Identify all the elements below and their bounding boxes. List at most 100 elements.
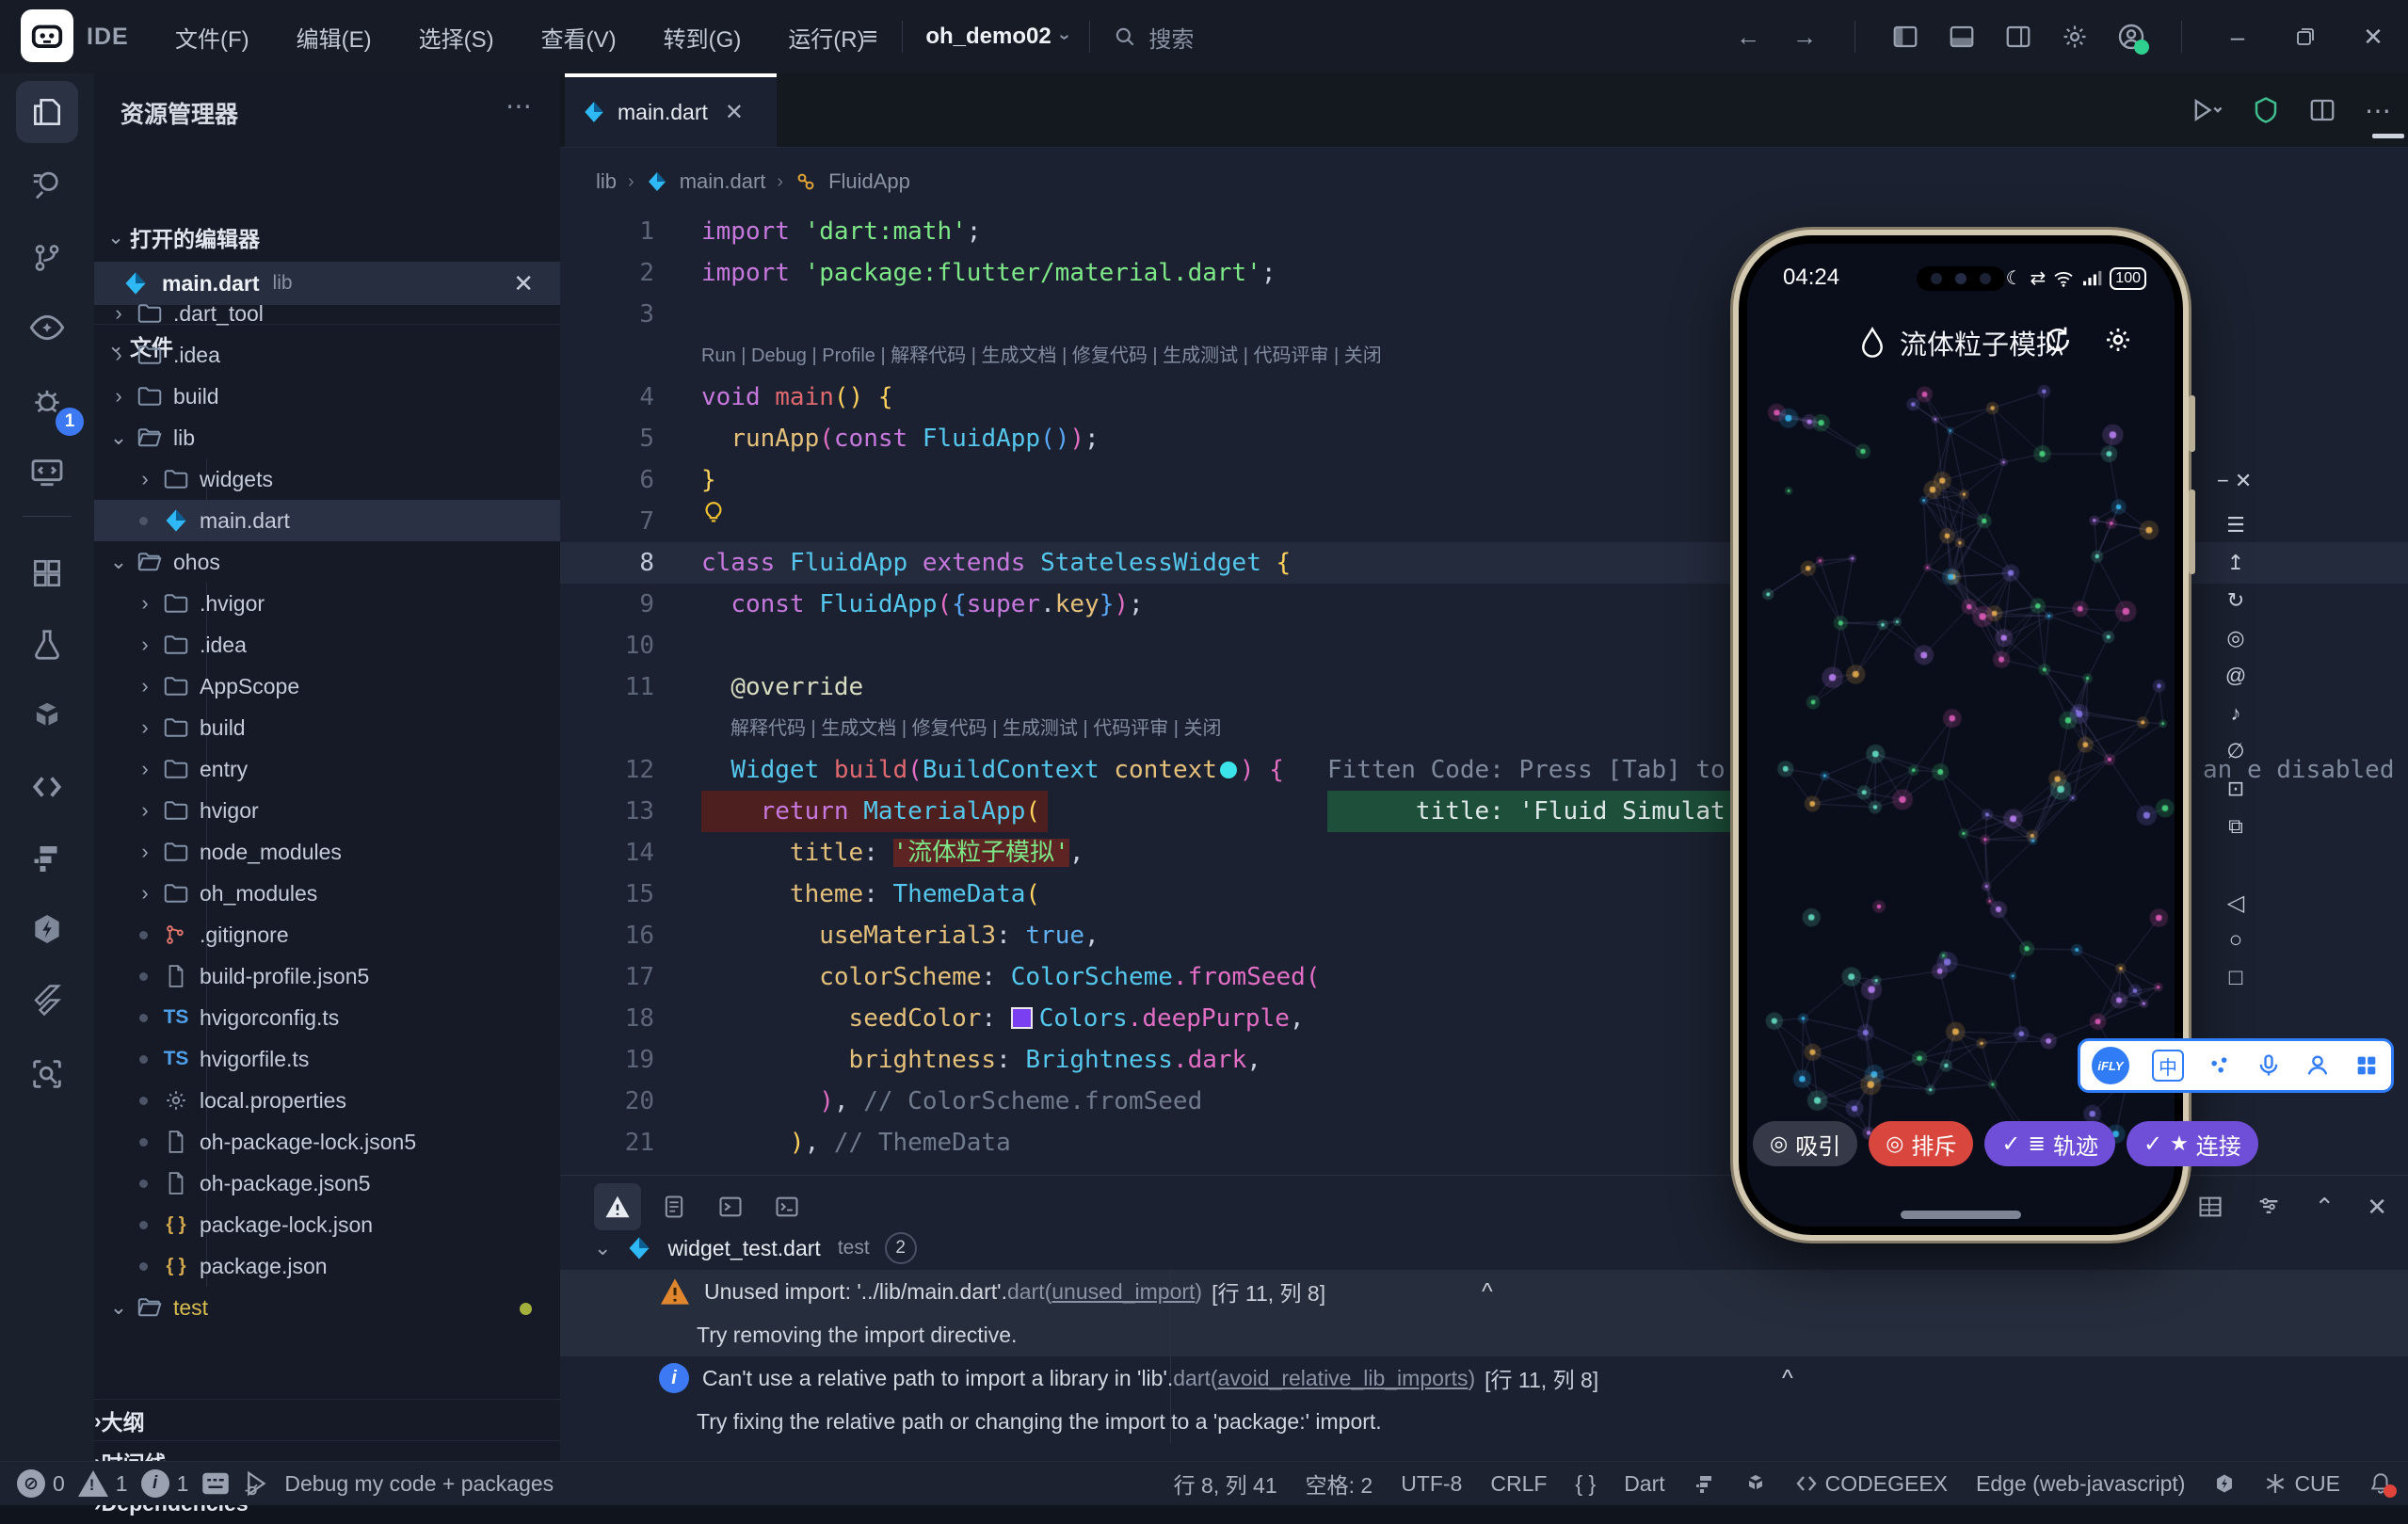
status-item[interactable] xyxy=(2368,1471,2393,1496)
menu-item[interactable]: 文件(F) xyxy=(158,11,266,63)
collapse-caret-icon[interactable]: ^ xyxy=(1782,1365,1793,1392)
ifly-toolbar[interactable]: iFLY 中 xyxy=(2078,1038,2394,1093)
view-as-table-icon[interactable] xyxy=(2197,1194,2223,1220)
activity-scan-search-icon[interactable] xyxy=(16,1043,78,1105)
ifly-dots-icon[interactable] xyxy=(2207,1052,2233,1079)
activity-ai-eye-icon[interactable] xyxy=(16,297,78,359)
lightbulb-icon[interactable] xyxy=(701,501,726,529)
menu-item[interactable]: 转到(G) xyxy=(647,11,759,63)
filter-icon[interactable] xyxy=(2255,1194,2282,1220)
activity-flutter-icon[interactable] xyxy=(16,971,78,1033)
problem-rule-link[interactable]: avoid_relative_lib_imports xyxy=(1218,1366,1469,1391)
problem-row[interactable]: Unused import: '../lib/main.dart'. dart(… xyxy=(560,1270,2408,1313)
project-selector[interactable]: oh_demo02 › xyxy=(912,16,1080,57)
tree-item-lib[interactable]: ⌄lib xyxy=(94,417,560,458)
tree-item-package.json[interactable]: { }package.json xyxy=(94,1245,560,1287)
nav-recents-icon[interactable]: □ xyxy=(2217,965,2255,991)
status-item-841[interactable]: 行 8, 列 41 xyxy=(1174,1468,1277,1500)
tree-item-local.properties[interactable]: local.properties xyxy=(94,1080,560,1121)
activity-logo-code-icon[interactable] xyxy=(16,756,78,818)
microphone-icon[interactable] xyxy=(2255,1052,2282,1079)
status-item-Debugmycodep[interactable]: Debug my code + packages xyxy=(284,1471,554,1497)
run-file-icon[interactable] xyxy=(2191,96,2223,124)
tree-item-entry[interactable]: ›entry xyxy=(94,748,560,790)
toggle-bottom-panel-icon[interactable] xyxy=(1946,21,1978,53)
tree-item-.dart_tool[interactable]: ›.dart_tool xyxy=(94,293,560,334)
tree-item-.gitignore[interactable]: .gitignore xyxy=(94,914,560,955)
collapse-panel-icon[interactable]: ⌃ xyxy=(2314,1193,2335,1222)
pill-吸引[interactable]: ◎吸引 xyxy=(1753,1121,1857,1166)
activity-logo-3d-icon[interactable] xyxy=(16,685,78,747)
nav-back-icon[interactable]: ◁ xyxy=(2217,890,2255,917)
tree-item-.idea[interactable]: ›.idea xyxy=(94,334,560,376)
strip-icon-7[interactable]: ⊡ xyxy=(2217,777,2255,801)
account-icon[interactable] xyxy=(2115,21,2147,53)
sidebar-more-icon[interactable]: ⋯ xyxy=(506,90,534,121)
status-item-CRLF[interactable]: CRLF xyxy=(1490,1471,1547,1497)
close-panel-icon[interactable]: ✕ xyxy=(2367,1193,2387,1222)
tree-item-widgets[interactable]: ›widgets xyxy=(94,458,560,500)
settings-gear-icon[interactable] xyxy=(2103,325,2133,355)
nav-forward-icon[interactable]: → xyxy=(1789,21,1821,53)
ifly-logo[interactable]: iFLY xyxy=(2092,1047,2129,1084)
status-item[interactable] xyxy=(201,1471,230,1496)
strip-icon-5[interactable]: ♪ xyxy=(2217,701,2255,726)
status-item-0[interactable]: ⊘0 xyxy=(17,1469,65,1498)
tree-item-oh_modules[interactable]: ›oh_modules xyxy=(94,873,560,914)
tab-terminal-icon[interactable] xyxy=(763,1183,811,1230)
tree-item-main.dart[interactable]: main.dart xyxy=(94,500,560,541)
person-icon[interactable] xyxy=(2304,1052,2331,1079)
codelens-actions[interactable]: 解释代码 | 生成文档 | 修复代码 | 生成测试 | 代码评审 | 关闭 xyxy=(730,708,1222,749)
scrollbar-thumb[interactable] xyxy=(2372,134,2404,138)
close-button[interactable]: ✕ xyxy=(2352,15,2395,58)
tab-problems-icon[interactable] xyxy=(594,1183,641,1230)
ifly-chinese-icon[interactable]: 中 xyxy=(2152,1050,2184,1082)
nav-back-icon[interactable]: ← xyxy=(1732,21,1764,53)
status-item-[interactable]: { } xyxy=(1575,1471,1596,1497)
more-actions-icon[interactable]: ⋯ xyxy=(2365,95,2393,126)
tab-output-icon[interactable] xyxy=(650,1183,698,1230)
open-editors-header[interactable]: ⌄ 打开的编辑器 xyxy=(94,217,560,258)
breadcrumb[interactable]: lib › main.dart › FluidApp xyxy=(596,160,910,203)
problem-row[interactable]: iCan't use a relative path to import a l… xyxy=(560,1356,2408,1400)
activity-logo-hex-icon[interactable] xyxy=(16,898,78,960)
strip-icon-6[interactable]: ∅ xyxy=(2217,739,2255,763)
toggle-right-panel-icon[interactable] xyxy=(2002,21,2034,53)
codelens-actions[interactable]: Run | Debug | Profile | 解释代码 | 生成文档 | 修复… xyxy=(701,335,1382,377)
plugin-icon[interactable] xyxy=(2252,96,2280,124)
grid-apps-icon[interactable] xyxy=(2353,1052,2380,1079)
activity-search-icon[interactable] xyxy=(16,153,78,216)
status-item-1[interactable]: !1 xyxy=(78,1470,128,1497)
tree-item-.hvigor[interactable]: ›.hvigor xyxy=(94,583,560,624)
refresh-icon[interactable] xyxy=(2043,325,2073,355)
problem-rule-link[interactable]: unused_import xyxy=(1051,1279,1195,1305)
toggle-left-panel-icon[interactable] xyxy=(1889,21,1921,53)
status-item-CODEGEEX[interactable]: CODEGEEX xyxy=(1795,1471,1948,1497)
mini-window-controls[interactable]: −✕ xyxy=(2217,469,2255,493)
breadcrumb-lib[interactable]: lib xyxy=(596,169,617,194)
tree-item-hvigor[interactable]: ›hvigor xyxy=(94,790,560,831)
pill-连接[interactable]: ✓★连接 xyxy=(2127,1121,2258,1166)
status-item-Dart[interactable]: Dart xyxy=(1624,1471,1664,1497)
split-editor-icon[interactable] xyxy=(2308,96,2336,124)
activity-explorer-icon[interactable] xyxy=(16,81,78,143)
breadcrumb-symbol[interactable]: FluidApp xyxy=(828,169,910,194)
tree-item-build-profile.json5[interactable]: build-profile.json5 xyxy=(94,955,560,997)
minimize-button[interactable]: – xyxy=(2216,15,2259,58)
tab-main-dart[interactable]: main.dart ✕ xyxy=(565,73,777,147)
tree-item-node_modules[interactable]: ›node_modules xyxy=(94,831,560,873)
home-indicator[interactable] xyxy=(1901,1211,2021,1219)
status-item-2[interactable]: 空格: 2 xyxy=(1306,1468,1373,1500)
tree-item-oh-package.json5[interactable]: oh-package.json5 xyxy=(94,1163,560,1204)
pill-轨迹[interactable]: ✓≣轨迹 xyxy=(1984,1121,2115,1166)
status-item-CUE[interactable]: CUE xyxy=(2264,1471,2340,1497)
collapse-caret-icon[interactable]: ^ xyxy=(1482,1278,1493,1306)
nav-home-icon[interactable]: ○ xyxy=(2217,927,2255,954)
outline-section[interactable]: ›大纲 xyxy=(94,1399,560,1441)
tree-item-test[interactable]: ⌄test xyxy=(94,1287,560,1328)
menu-item[interactable]: 选择(S) xyxy=(402,11,511,63)
status-item-Edgewebjavas[interactable]: Edge (web-javascript) xyxy=(1976,1471,2185,1497)
status-item[interactable] xyxy=(2213,1472,2236,1495)
strip-icon-2[interactable]: ↻ xyxy=(2217,588,2255,613)
status-item-1[interactable]: i1 xyxy=(141,1469,189,1498)
